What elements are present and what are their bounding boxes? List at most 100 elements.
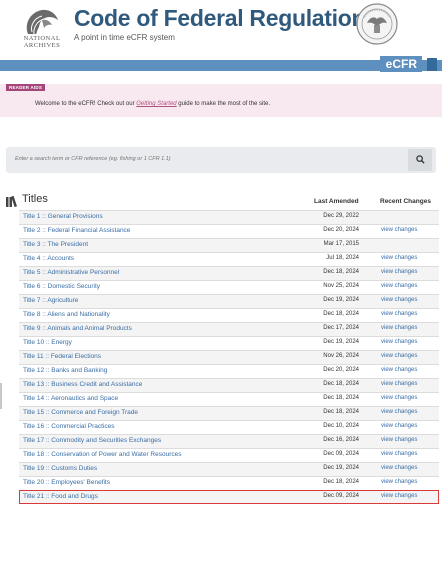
table-row: Title 5 :: Administrative Personnel Dec 1… [19,266,439,280]
site-header: NATIONAL ARCHIVES Code of Federal Regula… [0,0,442,56]
recent-changes-header: Recent Changes [380,198,431,205]
reader-aids-tag: READER AIDS [6,84,46,91]
title-link[interactable]: Title 6 :: Domestic Security [23,283,100,290]
archives-wordmark: NATIONAL ARCHIVES [23,35,61,49]
page-edge-marker [0,383,2,409]
site-title[interactable]: Code of Federal Regulations [74,5,378,32]
title-link[interactable]: Title 10 :: Energy [23,339,72,346]
title-link[interactable]: Title 20 :: Employees' Benefits [23,479,110,486]
view-changes-link[interactable]: view changes [381,381,417,387]
table-row: Title 16 :: Commercial Practices Dec 10, … [19,420,439,434]
view-changes-link[interactable]: view changes [381,451,417,457]
view-changes-link[interactable]: view changes [381,269,417,275]
title-link[interactable]: Title 21 :: Food and Drugs [23,493,98,500]
view-changes-link[interactable]: view changes [381,479,417,485]
last-amended-date: Dec 18, 2024 [323,269,359,275]
last-amended-date: Dec 20, 2024 [323,227,359,233]
search-button[interactable] [408,149,432,171]
title-link[interactable]: Title 1 :: General Provisions [23,213,103,220]
last-amended-date: Dec 18, 2024 [323,395,359,401]
view-changes-link[interactable]: view changes [381,437,417,443]
view-changes-link[interactable]: view changes [381,353,417,359]
last-amended-date: Dec 17, 2024 [323,325,359,331]
last-amended-date: Dec 29, 2022 [323,213,359,219]
title-link[interactable]: Title 4 :: Accounts [23,255,74,262]
library-books-icon [6,196,17,207]
last-amended-date: Dec 19, 2024 [323,339,359,345]
getting-started-link[interactable]: Getting Started [136,101,176,107]
title-link[interactable]: Title 13 :: Business Credit and Assistan… [23,381,142,388]
last-amended-date: Nov 25, 2024 [323,283,359,289]
last-amended-date: Jul 18, 2024 [326,255,359,261]
view-changes-link[interactable]: view changes [381,297,417,303]
search-bar [6,147,436,173]
table-row: Title 10 :: Energy Dec 19, 2024 view chang… [19,336,439,350]
title-link[interactable]: Title 19 :: Customs Duties [23,465,97,472]
site-subtitle: A point in time eCFR system [74,33,175,42]
view-changes-link[interactable]: view changes [381,395,417,401]
last-amended-date: Dec 09, 2024 [323,493,359,499]
table-row: Title 1 :: General Provisions Dec 29, 202… [19,210,439,224]
table-row: Title 19 :: Customs Duties Dec 19, 2024 vi… [19,462,439,476]
view-changes-link[interactable]: view changes [381,311,417,317]
last-amended-date: Dec 18, 2024 [323,479,359,485]
title-link[interactable]: Title 15 :: Commerce and Foreign Trade [23,409,138,416]
table-row: Title 15 :: Commerce and Foreign Trade De… [19,406,439,420]
search-icon [416,155,425,164]
table-row: Title 3 :: The President Mar 17, 2015 [19,238,439,252]
view-changes-link[interactable]: view changes [381,423,417,429]
view-changes-link[interactable]: view changes [381,465,417,471]
table-row: Title 12 :: Banks and Banking Dec 20, 202… [19,364,439,378]
search-input[interactable] [9,151,405,167]
table-row: Title 17 :: Commodity and Securities Exc… [19,434,439,448]
table-row: Title 4 :: Accounts Jul 18, 2024 view chan… [19,252,439,266]
title-link[interactable]: Title 5 :: Administrative Personnel [23,269,119,276]
title-link[interactable]: Title 12 :: Banks and Banking [23,367,107,374]
titles-heading: Titles [22,193,48,205]
ecfr-label[interactable]: eCFR [379,56,422,72]
last-amended-header: Last Amended [314,198,359,205]
table-row: Title 11 :: Federal Elections Nov 26, 202… [19,350,439,364]
table-row: Title 21 :: Food and Drugs Dec 09, 2024 vi… [19,490,439,504]
view-changes-link[interactable]: view changes [381,493,417,499]
last-amended-date: Dec 19, 2024 [323,465,359,471]
view-changes-link[interactable]: view changes [381,325,417,331]
view-changes-link[interactable]: view changes [381,409,417,415]
view-changes-link[interactable]: view changes [381,339,417,345]
title-link[interactable]: Title 2 :: Federal Financial Assistance [23,227,130,234]
title-link[interactable]: Title 17 :: Commodity and Securities Exc… [23,437,161,444]
ecfr-bar-end [427,58,437,71]
last-amended-date: Nov 26, 2024 [323,353,359,359]
title-link[interactable]: Title 7 :: Agriculture [23,297,78,304]
title-link[interactable]: Title 3 :: The President [23,241,88,248]
table-row: Title 20 :: Employees' Benefits Dec 18, 2… [19,476,439,490]
titles-table: Title 1 :: General Provisions Dec 29, 202… [19,210,439,504]
title-link[interactable]: Title 16 :: Commercial Practices [23,423,115,430]
reader-aids-message: Welcome to the eCFR! Check out our Getti… [35,101,271,107]
table-row: Title 2 :: Federal Financial Assistance D… [19,224,439,238]
table-row: Title 6 :: Domestic Security Nov 25, 2024… [19,280,439,294]
view-changes-link[interactable]: view changes [381,283,417,289]
title-link[interactable]: Title 8 :: Aliens and Nationality [23,311,110,318]
table-row: Title 13 :: Business Credit and Assistan… [19,378,439,392]
last-amended-date: Dec 16, 2024 [323,437,359,443]
table-row: Title 8 :: Aliens and Nationality Dec 18,… [19,308,439,322]
table-row: Title 7 :: Agriculture Dec 19, 2024 view c… [19,294,439,308]
last-amended-date: Dec 19, 2024 [323,297,359,303]
ecfr-header-bar [0,60,442,71]
title-link[interactable]: Title 18 :: Conservation of Power and Wa… [23,451,181,458]
last-amended-date: Dec 10, 2024 [323,423,359,429]
title-link[interactable]: Title 9 :: Animals and Animal Products [23,325,132,332]
view-changes-link[interactable]: view changes [381,367,417,373]
table-row: Title 14 :: Aeronautics and Space Dec 18,… [19,392,439,406]
view-changes-link[interactable]: view changes [381,227,417,233]
last-amended-date: Dec 18, 2024 [323,311,359,317]
last-amended-date: Dec 18, 2024 [323,381,359,387]
last-amended-date: Dec 09, 2024 [323,451,359,457]
title-link[interactable]: Title 11 :: Federal Elections [23,353,101,360]
title-link[interactable]: Title 14 :: Aeronautics and Space [23,395,118,402]
view-changes-link[interactable]: view changes [381,255,417,261]
federal-register-seal-icon [356,3,398,45]
last-amended-date: Dec 18, 2024 [323,409,359,415]
last-amended-date: Mar 17, 2015 [323,241,359,247]
